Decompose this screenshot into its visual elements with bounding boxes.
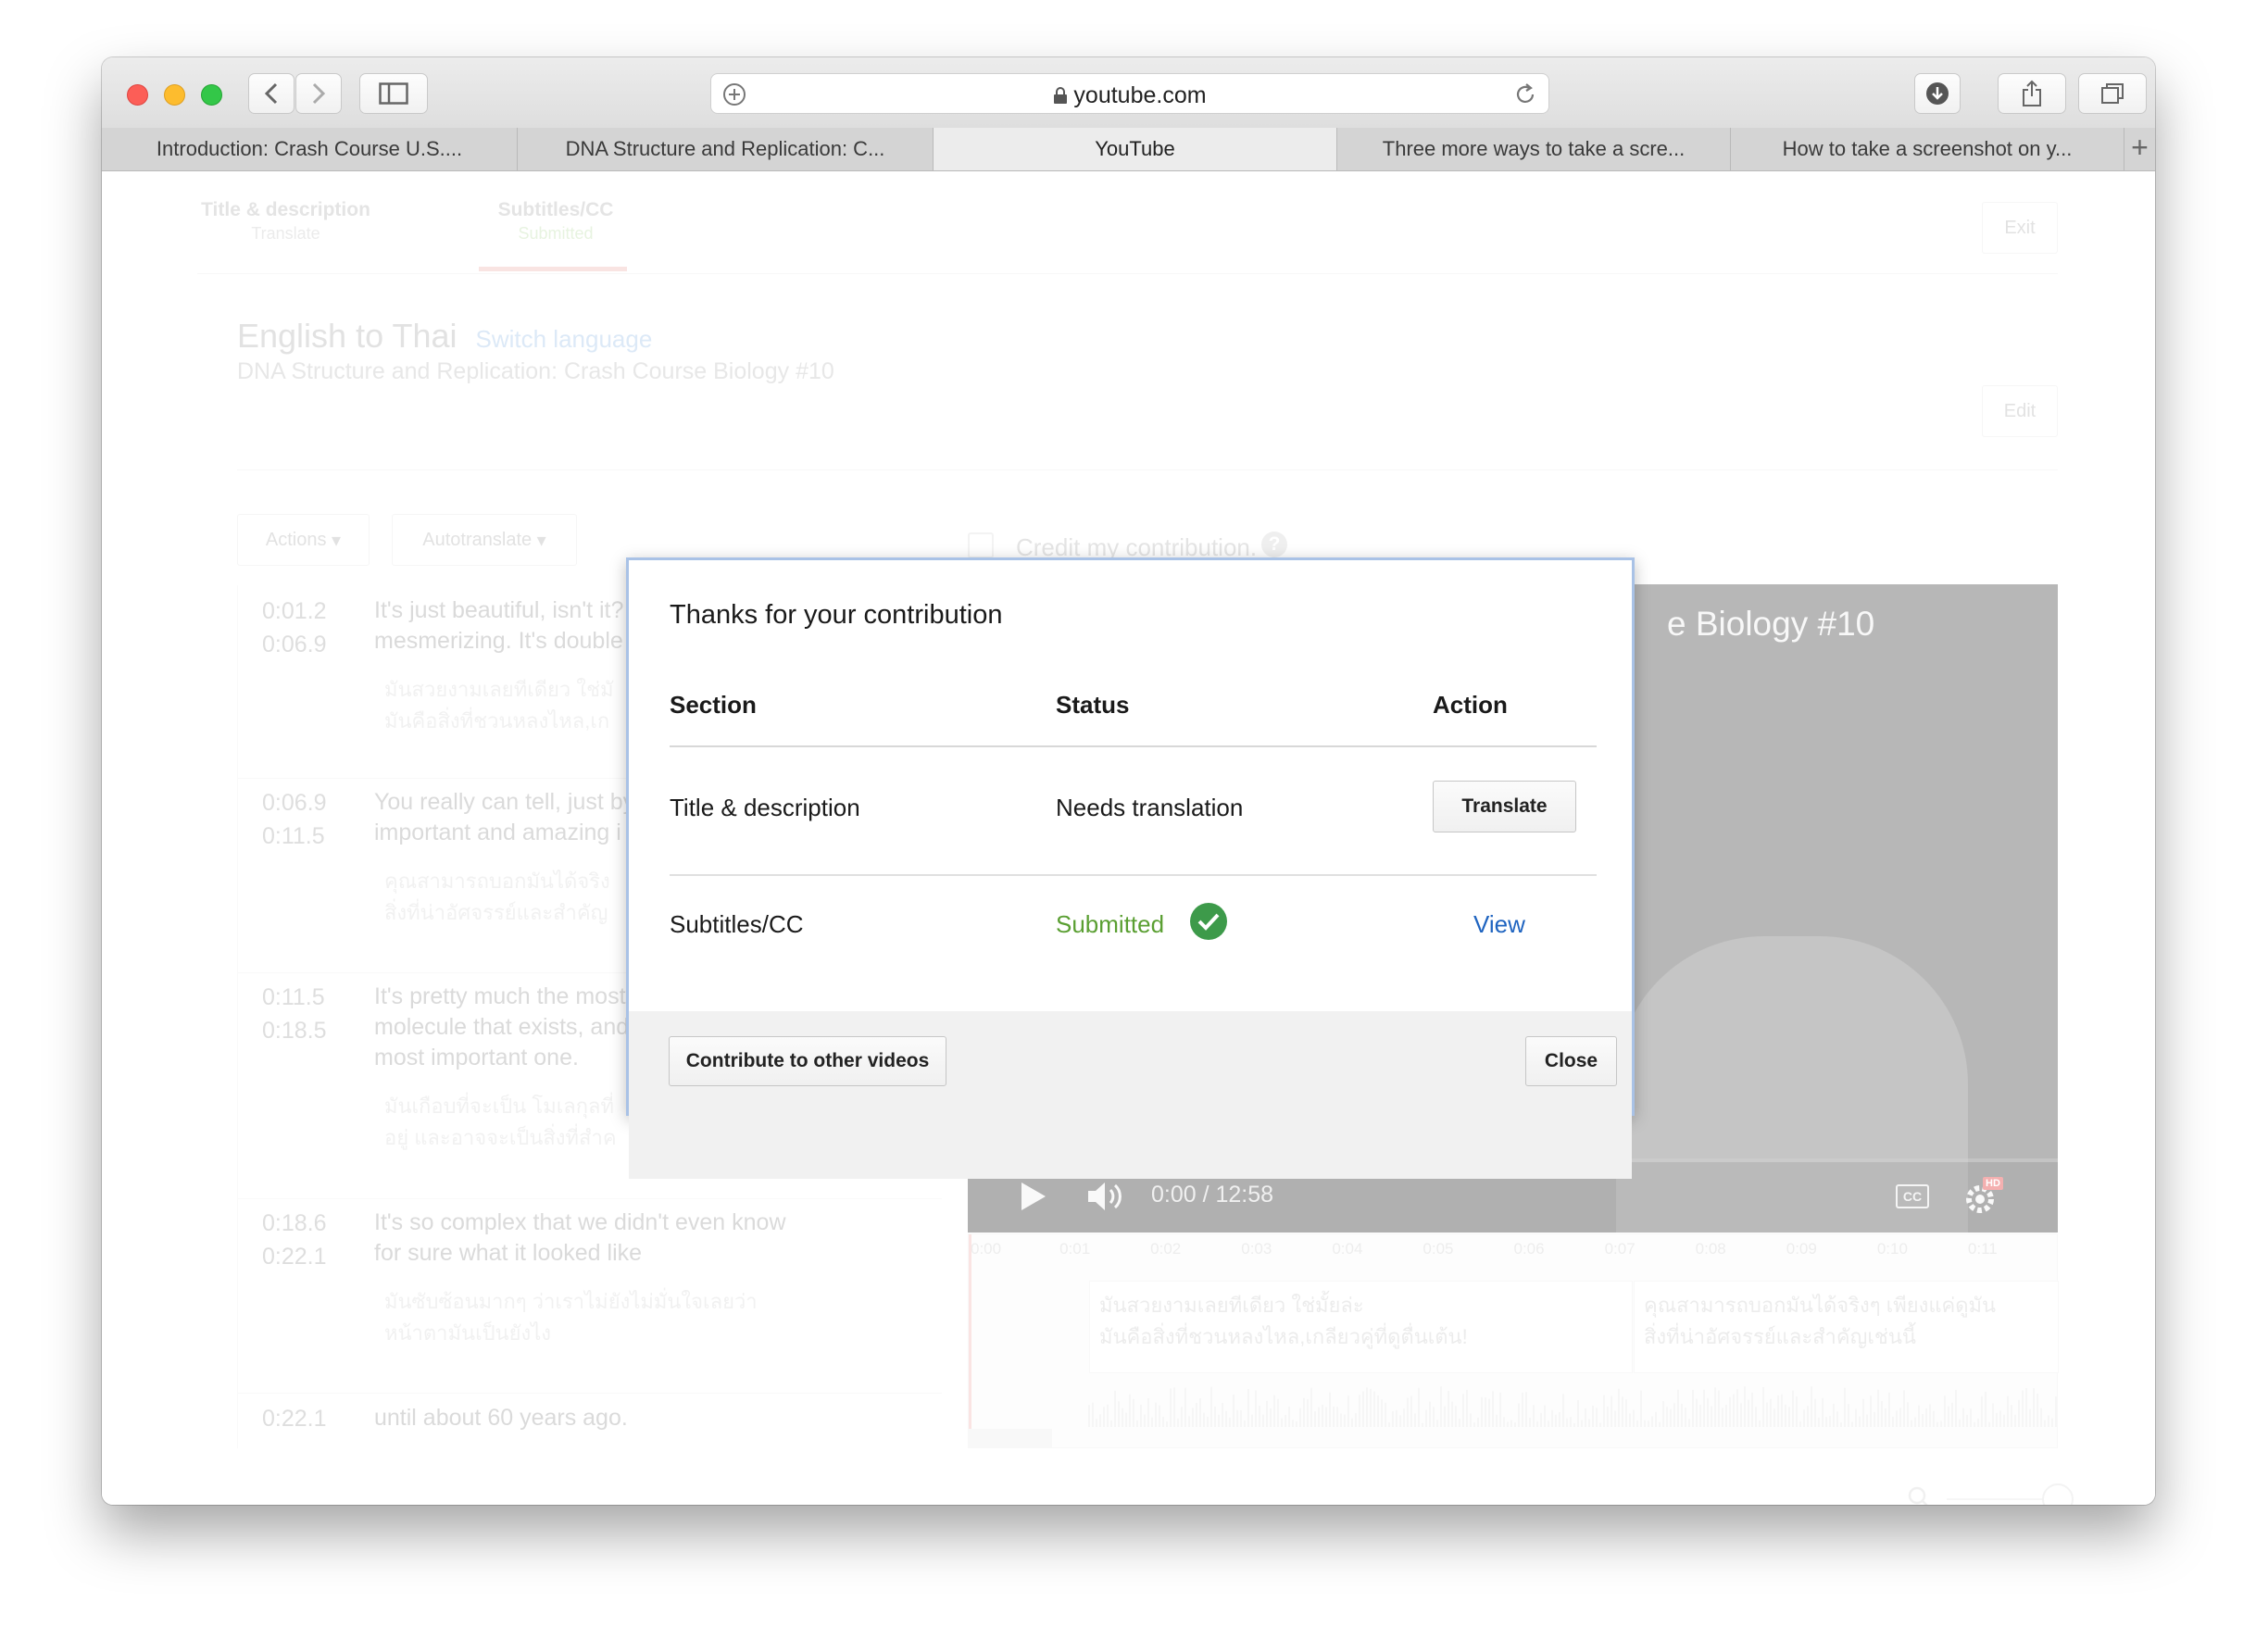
new-tab-button[interactable]: + [2124,128,2155,170]
row-status-submitted: Submitted [1056,910,1165,938]
sidebar-button[interactable] [359,73,428,114]
share-icon [2023,80,2041,106]
browser-tab[interactable]: DNA Structure and Replication: C... [518,128,934,170]
translate-label: Translate [1461,795,1548,817]
contribute-other-videos-button[interactable]: Contribute to other videos [669,1036,946,1086]
browser-tab[interactable]: Three more ways to take a scre... [1337,128,1731,170]
check-circle-icon [1190,903,1227,940]
tab-label: How to take a screenshot on y... [1782,137,2073,160]
dialog-title: Thanks for your contribution [670,600,1003,630]
table-row: Subtitles/CC Submitted View [670,876,1597,987]
close-dialog-button[interactable]: Close [1525,1036,1617,1086]
table-row: Title & description Needs translation Tr… [670,747,1597,874]
tab-label: YouTube [1095,137,1175,160]
tab-label: Three more ways to take a scre... [1382,137,1686,160]
downloads-button[interactable] [1914,73,1961,114]
browser-tab[interactable]: How to take a screenshot on y... [1731,128,2124,170]
tab-label: DNA Structure and Replication: C... [565,137,885,160]
browser-tab[interactable]: Introduction: Crash Course U.S.... [102,128,518,170]
column-header-action: Action [1433,691,1508,719]
tabs-overview-icon [2101,83,2124,104]
address-bar[interactable]: youtube.com [710,73,1549,114]
url-text: youtube.com [711,82,1548,109]
translate-button[interactable]: Translate [1433,781,1576,832]
close-label: Close [1544,1050,1598,1071]
contribute-label: Contribute to other videos [685,1050,930,1071]
chevron-left-icon [264,82,278,105]
browser-tab-bar: Introduction: Crash Course U.S.... DNA S… [102,128,2155,171]
minimize-window-button[interactable] [164,84,185,106]
zoom-window-button[interactable] [201,84,222,106]
tab-overview-button[interactable] [2078,73,2147,114]
lock-icon [1054,87,1068,104]
column-header-status: Status [1056,691,1130,719]
browser-tab-active[interactable]: YouTube [934,128,1337,170]
reload-icon[interactable] [1513,82,1537,106]
row-section: Title & description [670,794,860,821]
tab-label: Introduction: Crash Course U.S.... [156,137,463,160]
forward-button[interactable] [295,73,342,114]
column-header-section: Section [670,691,757,719]
browser-window: youtube.com Introduction: Crash Course U… [102,57,2155,1505]
dialog-footer-bar: Contribute to other videos Close [629,1011,1632,1113]
download-icon [1926,82,1949,105]
view-link[interactable]: View [1473,910,1525,939]
row-section: Subtitles/CC [670,910,804,938]
row-status: Needs translation [1056,794,1244,821]
share-button[interactable] [1998,73,2066,114]
close-window-button[interactable] [127,84,148,106]
sidebar-icon [379,82,408,105]
chevron-right-icon [312,82,326,105]
back-button[interactable] [248,73,295,114]
browser-toolbar: youtube.com [102,57,2155,129]
url-label: youtube.com [1073,82,1207,108]
